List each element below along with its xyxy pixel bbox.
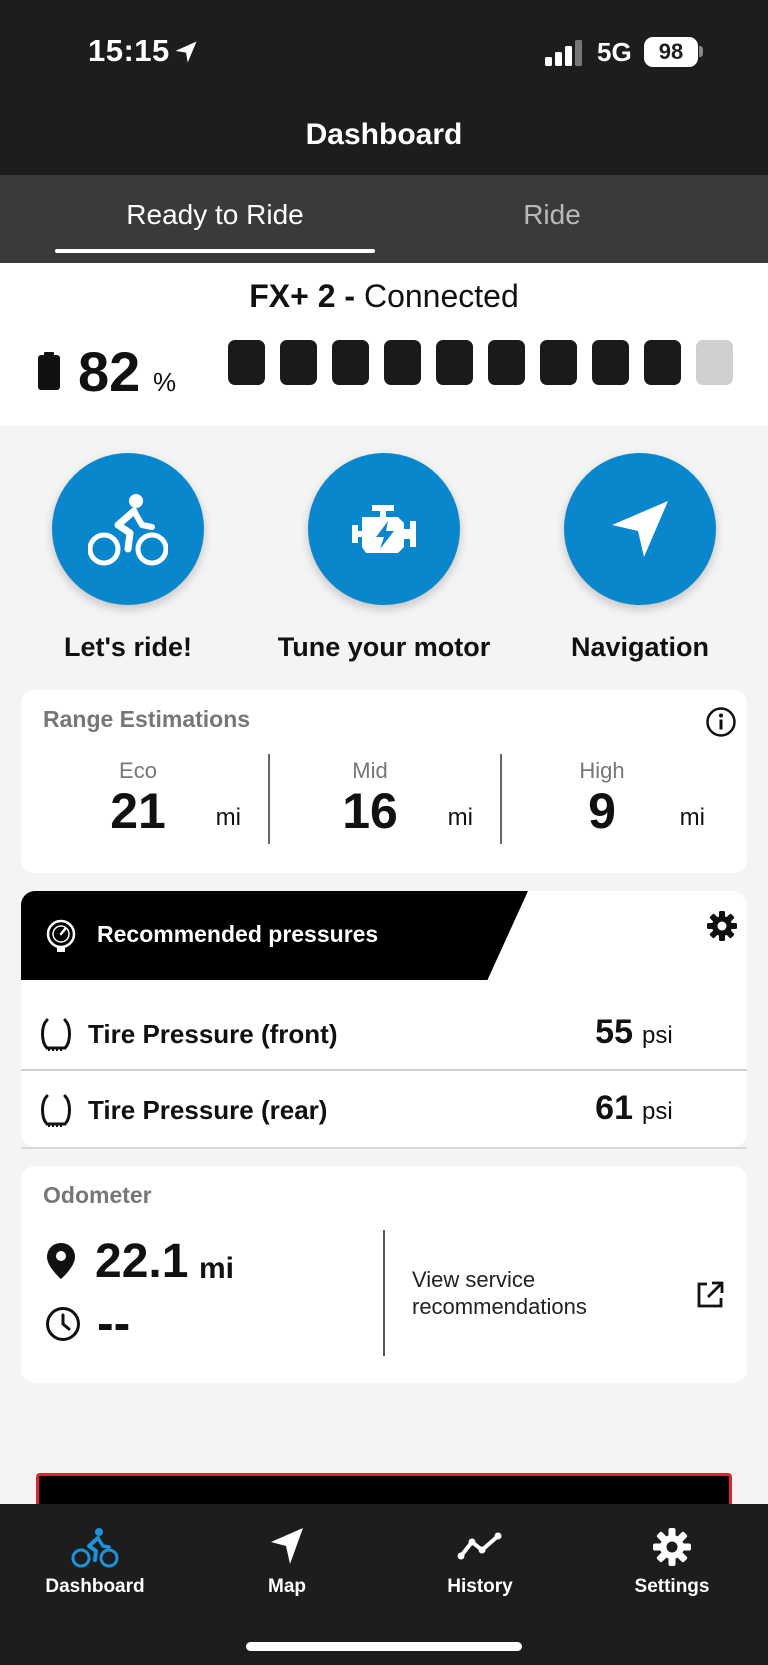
external-link-icon[interactable] [695,1280,725,1310]
bottom-nav: Dashboard Map History Settings [0,1504,768,1665]
battery-segment [384,340,421,385]
pressure-card: Recommended pressures Tire Pressure (fro… [21,891,747,1147]
history-chart-icon [457,1532,502,1560]
range-eco: Eco 21 mi [21,752,255,852]
tire-pressure-value: 61 [595,1089,633,1127]
tire-pressure-rear-row: Tire Pressure (rear) 61 psi [21,1073,747,1147]
page-title: Dashboard [305,118,463,151]
odometer-unit: mi [199,1252,235,1285]
location-arrow-icon [175,41,197,63]
range-title: Range Estimations [43,706,251,732]
clock-icon [46,1307,80,1341]
network-type: 5G [597,37,632,67]
map-arrow-icon [271,1528,303,1564]
battery-segment [644,340,681,385]
gauge-icon [46,919,76,952]
location-pin-icon [47,1243,75,1279]
tire-pressure-label: Tire Pressure (front) [88,1019,338,1049]
battery-percent: 82 [78,340,141,403]
odometer-card: Odometer 22.1 mi -- View service recomme… [21,1166,747,1383]
nav-label: History [447,1576,513,1597]
tab-bar: Ready to Ride Ride [0,175,768,263]
nav-history[interactable]: History [405,1526,555,1606]
battery-segment [488,340,525,385]
tune-motor-label: Tune your motor [277,632,491,662]
settings-gear-icon [653,1528,691,1566]
tire-icon [41,1094,71,1127]
tire-icon [41,1018,71,1051]
odometer-distance: 22.1 [95,1235,189,1288]
tire-pressure-label: Tire Pressure (rear) [88,1095,328,1125]
tire-pressure-value: 55 [595,1013,633,1051]
nav-dashboard[interactable]: Dashboard [20,1526,170,1606]
tire-pressure-front-row: Tire Pressure (front) 55 psi [21,997,747,1071]
battery-nub [699,46,703,57]
battery-percent-unit: % [153,367,177,397]
cellular-signal-icon [545,40,582,66]
range-unit: mi [447,804,473,831]
status-time: 15:15 [88,33,170,68]
cyclist-icon [88,494,168,566]
ride-time: -- [97,1295,131,1351]
battery-segment [436,340,473,385]
range-unit: mi [679,804,705,831]
pressure-header: Recommended pressures [21,891,528,980]
tab-active-indicator [55,249,375,253]
connection-status: Connected [363,278,519,314]
status-bar: 15:15 5G 98 [0,0,768,100]
bike-name: FX+ 2 - [249,278,356,314]
gear-icon[interactable] [706,910,738,942]
pressure-title: Recommended pressures [97,921,379,947]
bike-icon [71,1528,119,1568]
lets-ride-button[interactable] [52,453,204,605]
battery-segment [540,340,577,385]
range-unit: mi [215,804,241,831]
battery-segment [332,340,369,385]
nav-map[interactable]: Map [212,1526,362,1606]
battery-segment [280,340,317,385]
range-card: Range Estimations Eco 21 mi Mid 16 mi Hi… [21,690,747,873]
card-shadow [21,1147,747,1149]
lets-ride-label: Let's ride! [64,632,192,662]
range-high: High 9 mi [485,752,719,852]
range-mode-label: Eco [119,758,157,783]
battery-segment [696,340,733,385]
nav-label: Map [268,1576,306,1597]
navigation-label: Navigation [570,632,710,662]
tab-ride[interactable]: Ride [392,175,712,263]
nav-label: Dashboard [45,1576,145,1597]
odometer-title: Odometer [43,1182,152,1208]
range-mode-label: Mid [352,758,388,783]
tire-pressure-unit: psi [642,1098,673,1125]
nav-settings[interactable]: Settings [597,1526,747,1606]
battery-section: FX+ 2 - Connected 82 % [0,263,768,426]
navigation-button[interactable] [564,453,716,605]
bike-connection: FX+ 2 - Connected [0,278,768,315]
nav-label: Settings [634,1576,710,1597]
view-service-link[interactable]: View service recommendations [412,1266,632,1320]
battery-level-bar [228,340,733,385]
range-mode-label: High [579,758,625,783]
battery-segment [228,340,265,385]
range-mid: Mid 16 mi [253,752,487,852]
nav-bar: Dashboard [0,100,768,175]
odometer-divider [383,1230,385,1356]
status-battery: 98 [644,37,698,67]
tune-motor-button[interactable] [308,453,460,605]
info-icon[interactable] [705,706,737,738]
home-indicator [246,1642,522,1651]
navigation-arrow-icon [612,501,668,557]
battery-icon [38,352,60,390]
engine-icon [352,505,416,553]
battery-segment [592,340,629,385]
tire-pressure-unit: psi [642,1022,673,1049]
